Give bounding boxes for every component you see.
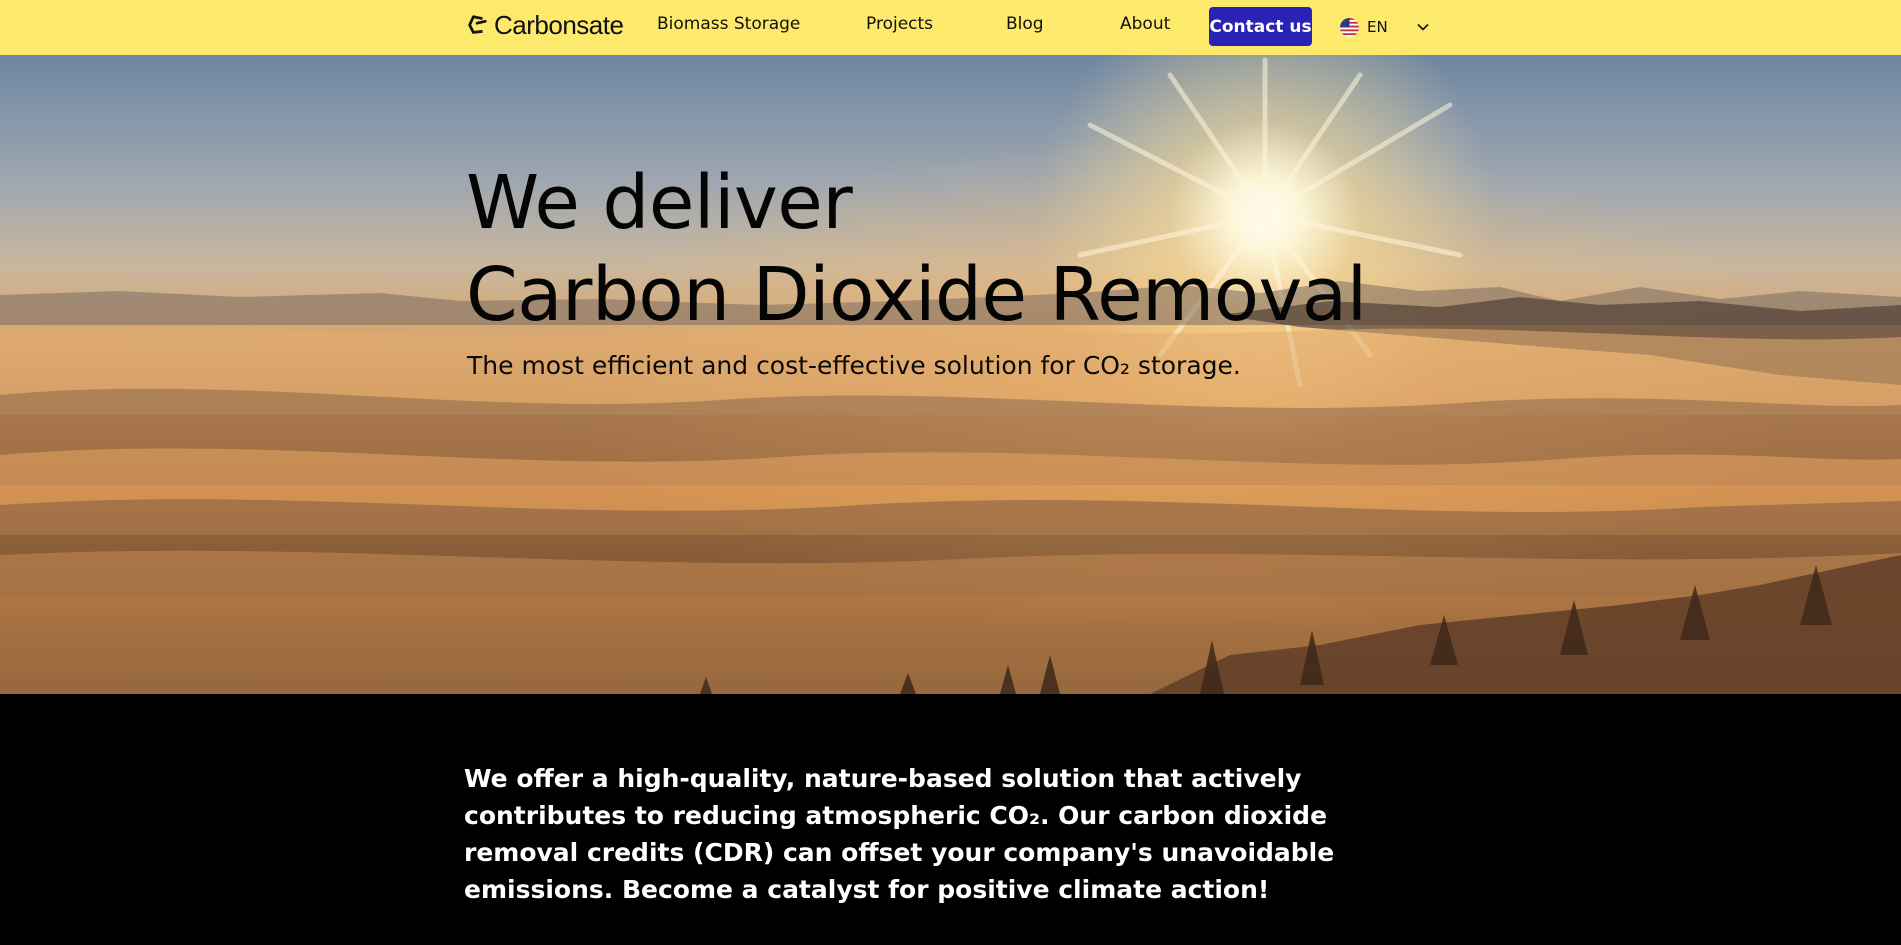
top-navigation-bar: Carbonsate Biomass Storage Projects Blog… (0, 0, 1901, 55)
nav-link-blog[interactable]: Blog (1006, 14, 1044, 34)
hero-title: We deliver Carbon Dioxide Removal (466, 157, 1367, 341)
contact-us-button[interactable]: Contact us (1209, 7, 1312, 46)
carbonsate-logo-icon (468, 15, 487, 34)
nav-link-projects[interactable]: Projects (866, 14, 933, 34)
chevron-down-icon (1417, 23, 1429, 31)
brand-logo[interactable]: Carbonsate (466, 9, 624, 40)
us-flag-icon (1340, 17, 1359, 37)
language-code: EN (1367, 18, 1388, 36)
intro-section: We offer a high-quality, nature-based so… (0, 694, 1901, 945)
nav-link-biomass-storage[interactable]: Biomass Storage (657, 14, 800, 34)
hero-title-line-1: We deliver (466, 160, 853, 246)
hero-section: We deliver Carbon Dioxide Removal The mo… (0, 55, 1901, 694)
hero-title-line-2: Carbon Dioxide Removal (466, 252, 1367, 338)
hero-subtitle: The most efficient and cost-effective so… (467, 351, 1241, 380)
intro-paragraph: We offer a high-quality, nature-based so… (464, 764, 1335, 904)
nav-link-about[interactable]: About (1120, 14, 1170, 34)
language-selector[interactable]: EN (1340, 14, 1432, 40)
brand-name: Carbonsate (494, 9, 624, 40)
